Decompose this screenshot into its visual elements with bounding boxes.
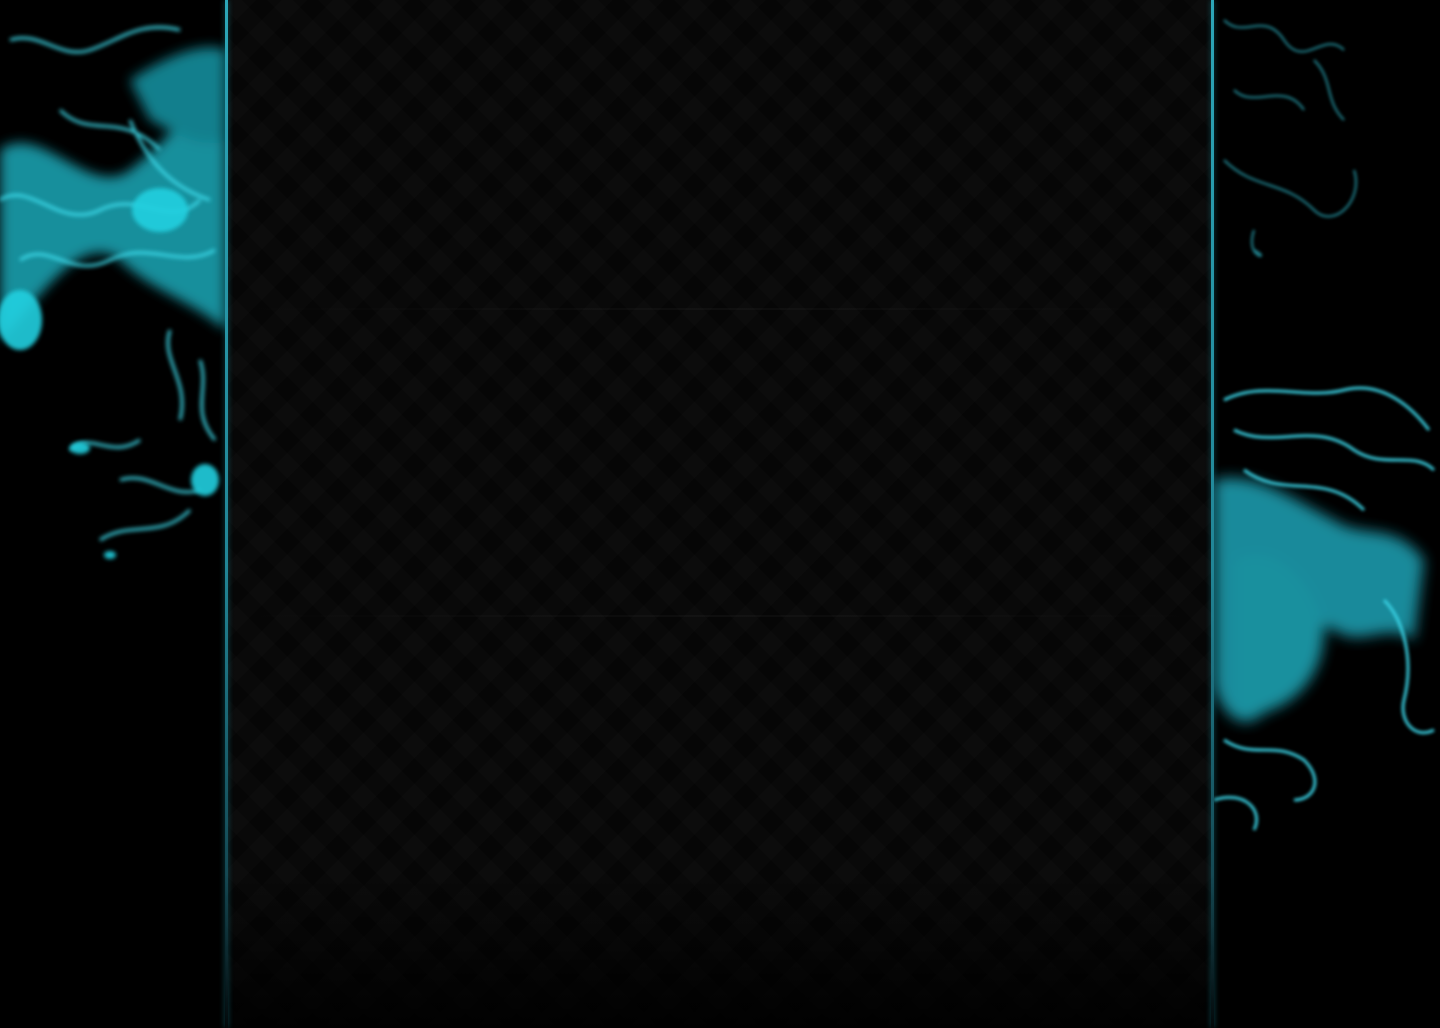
panel-right-edge <box>1211 0 1214 1028</box>
smoke-art-left <box>0 25 226 559</box>
main-content-panel <box>226 0 1214 1028</box>
panel-divider-top <box>226 308 1214 310</box>
panel-divider-bottom <box>226 615 1214 617</box>
panel-left-edge <box>225 0 228 1028</box>
smoke-art-right <box>1214 19 1436 831</box>
left-smoke-decoration <box>0 0 226 1028</box>
right-smoke-decoration <box>1214 0 1440 1028</box>
page-background <box>0 0 1440 1028</box>
